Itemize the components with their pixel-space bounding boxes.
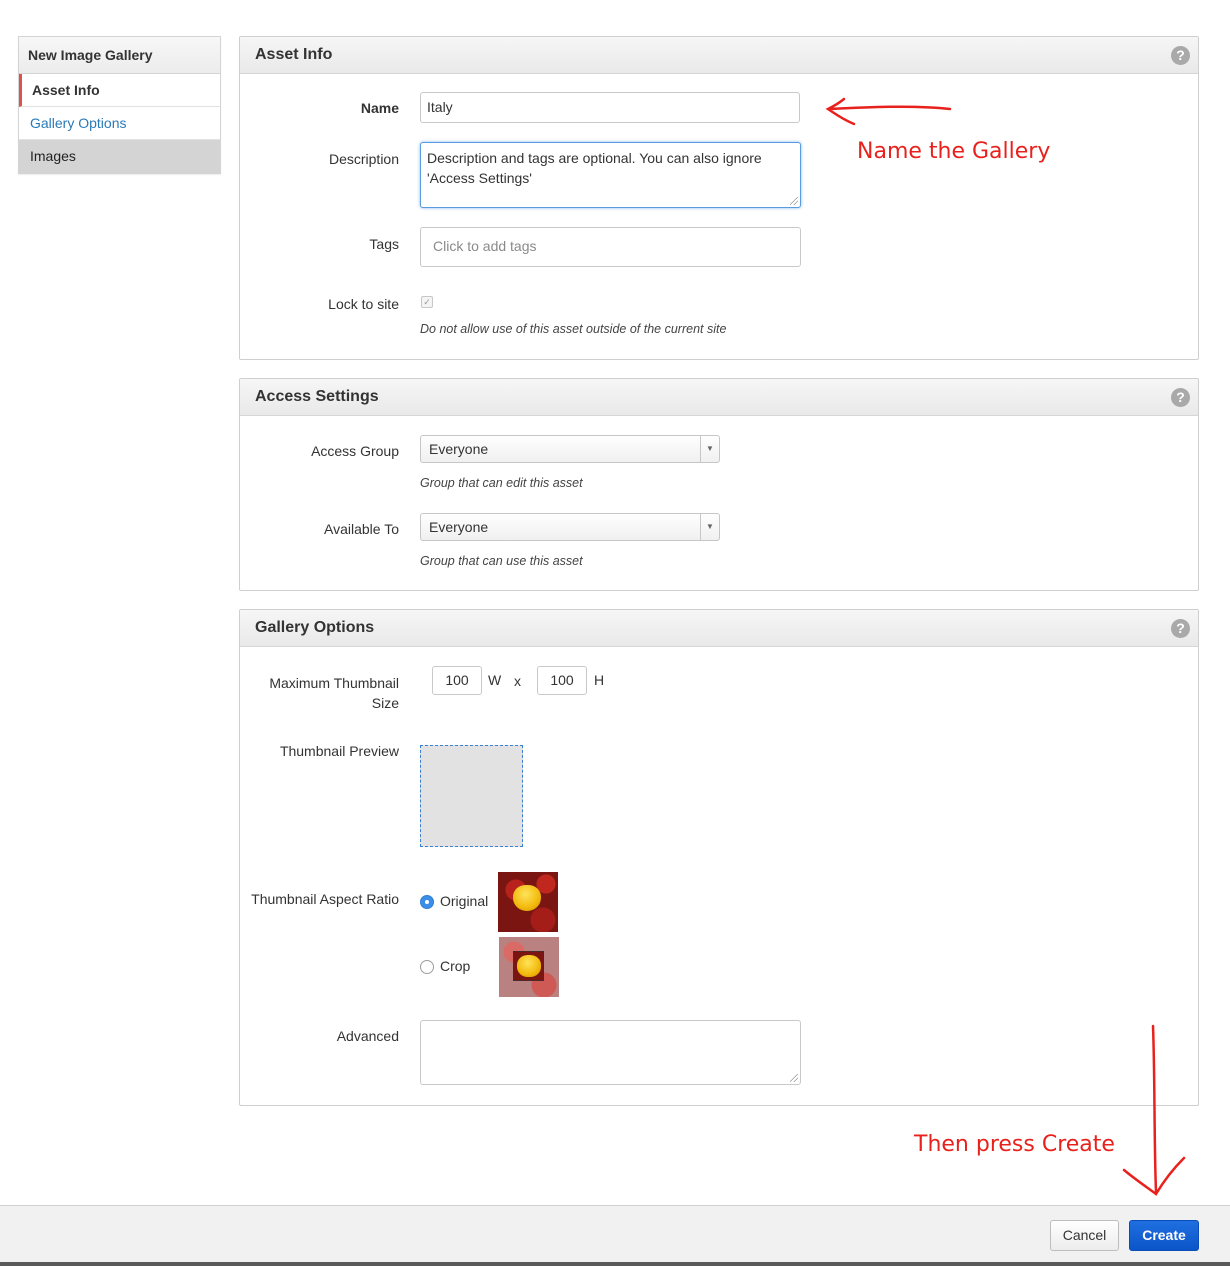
access-settings-header: Access Settings ? [240, 379, 1198, 416]
tulip-flower [517, 955, 541, 977]
asset-info-panel: Asset Info ? Name Italy Description Desc… [239, 36, 1199, 360]
tulip-flower [513, 885, 541, 911]
crop-thumb-image [499, 937, 559, 997]
tags-input[interactable]: Click to add tags [420, 227, 801, 267]
thumb-preview-box [420, 745, 523, 847]
max-thumb-label-line2: Size [371, 695, 399, 711]
help-icon[interactable]: ? [1171, 46, 1190, 65]
access-group-hint: Group that can edit this asset [420, 476, 583, 490]
chevron-down-icon: ▼ [700, 514, 719, 540]
lock-hint: Do not allow use of this asset outside o… [420, 322, 727, 336]
help-icon[interactable]: ? [1171, 619, 1190, 638]
height-unit: H [594, 672, 605, 688]
thumb-preview-label: Thumbnail Preview [279, 743, 399, 759]
asset-info-title: Asset Info [255, 46, 333, 63]
create-button[interactable]: Create [1129, 1220, 1199, 1251]
asset-info-header: Asset Info ? [240, 37, 1198, 74]
access-settings-title: Access Settings [255, 388, 379, 405]
annotation-arrow-down-icon [1122, 1024, 1186, 1196]
description-text: Description and tags are optional. You c… [427, 150, 762, 186]
annotation-arrow-left-icon [825, 97, 952, 126]
lock-checkbox[interactable]: ✓ [421, 296, 433, 308]
original-radio[interactable] [420, 895, 434, 909]
crop-label[interactable]: Crop [440, 958, 470, 974]
gallery-options-panel: Gallery Options ? Maximum Thumbnail Size… [239, 609, 1199, 1106]
sidebar-item-asset-info[interactable]: Asset Info [19, 74, 220, 107]
times-sign: x [514, 673, 521, 689]
advanced-textarea[interactable] [420, 1020, 801, 1085]
width-unit: W [488, 672, 502, 688]
lock-label: Lock to site [328, 296, 399, 312]
name-label: Name [360, 100, 399, 116]
thumb-width-input[interactable]: 100 [432, 666, 482, 695]
chevron-down-icon: ▼ [700, 436, 719, 462]
resize-grip-icon[interactable] [790, 1074, 798, 1082]
aspect-ratio-label: Thumbnail Aspect Ratio [251, 891, 399, 907]
original-thumb-image [498, 872, 558, 932]
bottom-edge-bar [0, 1262, 1230, 1266]
sidebar-item-images[interactable]: Images [19, 140, 220, 173]
access-group-select[interactable]: Everyone ▼ [420, 435, 720, 463]
available-to-select[interactable]: Everyone ▼ [420, 513, 720, 541]
original-label[interactable]: Original [440, 893, 488, 909]
available-to-value: Everyone [429, 519, 489, 535]
help-icon[interactable]: ? [1171, 388, 1190, 407]
access-group-label: Access Group [311, 443, 399, 459]
sidebar-item-gallery-options[interactable]: Gallery Options [19, 107, 220, 140]
thumb-height-input[interactable]: 100 [537, 666, 587, 695]
description-textarea[interactable]: Description and tags are optional. You c… [420, 142, 801, 208]
tags-label: Tags [369, 236, 399, 252]
crop-radio[interactable] [420, 960, 434, 974]
sidebar-nav: New Image Gallery Asset Info Gallery Opt… [18, 36, 221, 174]
sidebar-title: New Image Gallery [19, 37, 220, 74]
cancel-button[interactable]: Cancel [1050, 1220, 1119, 1251]
access-group-value: Everyone [429, 441, 489, 457]
footer-toolbar: Cancel Create [0, 1205, 1230, 1266]
description-label: Description [328, 151, 399, 167]
crop-area [513, 951, 544, 981]
gallery-options-header: Gallery Options ? [240, 610, 1198, 647]
available-to-label: Available To [324, 521, 399, 537]
annotation-name-note: Name the Gallery [857, 139, 1051, 164]
max-thumb-label: Maximum Thumbnail Size [229, 673, 399, 713]
available-to-hint: Group that can use this asset [420, 554, 583, 568]
annotation-create-note: Then press Create [914, 1132, 1115, 1157]
name-input[interactable]: Italy [420, 92, 800, 123]
advanced-label: Advanced [336, 1028, 399, 1044]
gallery-options-title: Gallery Options [255, 619, 375, 636]
access-settings-panel: Access Settings ? Access Group Everyone … [239, 378, 1199, 591]
max-thumb-label-line1: Maximum Thumbnail [269, 675, 399, 691]
resize-grip-icon[interactable] [790, 197, 798, 205]
